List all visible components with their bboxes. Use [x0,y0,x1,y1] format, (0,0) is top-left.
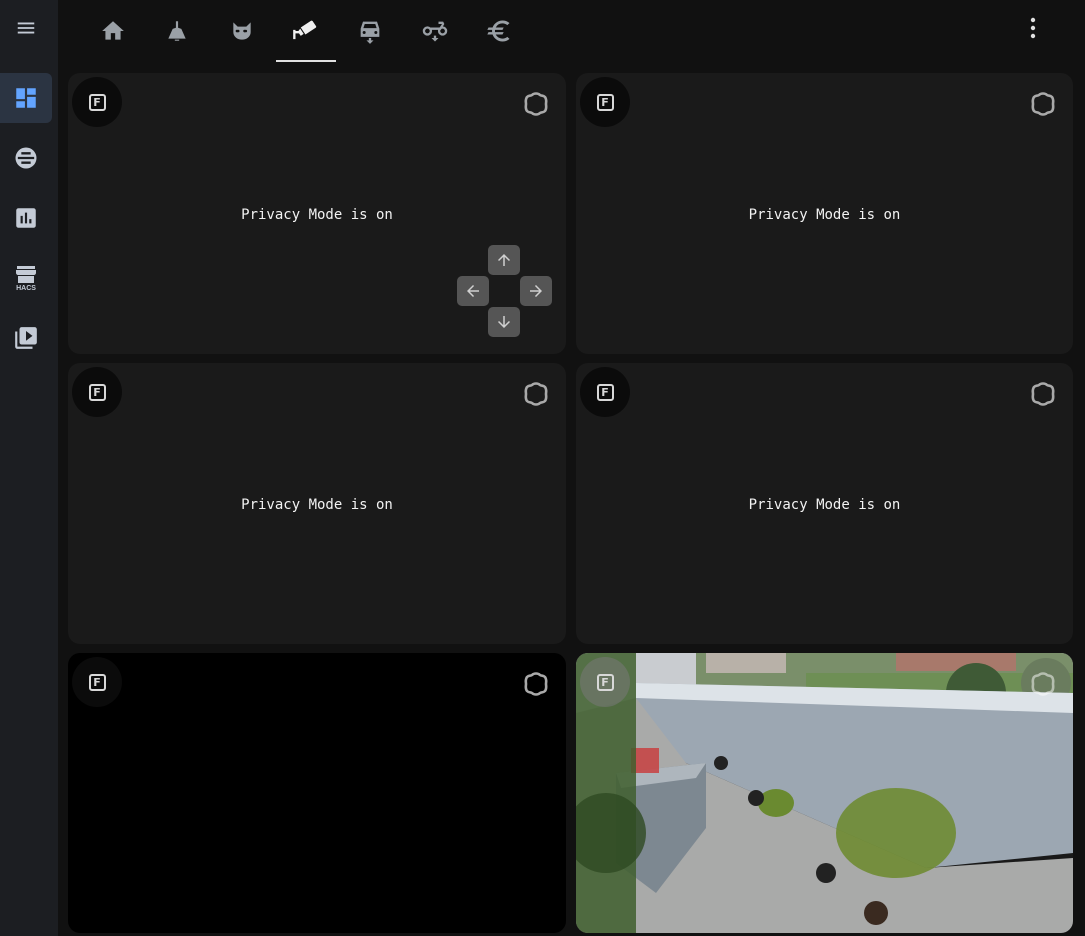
fit-label: F [596,93,614,111]
terrace-live-image [576,653,1073,933]
arrow-down-icon [498,316,510,328]
dots-vertical-icon [1030,17,1036,39]
ptz-left-button[interactable] [457,276,489,306]
tab-cat[interactable] [212,0,272,62]
fit-button[interactable]: F [580,657,630,707]
fit-label: F [88,383,106,401]
euro-icon [487,20,510,42]
fit-button[interactable]: F [580,77,630,127]
arrow-right-icon [530,285,542,297]
lamp-icon [168,21,186,41]
camera-card-2[interactable]: Privacy Mode is on F [576,73,1073,354]
sidebar-item-media[interactable] [0,313,52,363]
tab-euro[interactable] [469,0,529,62]
arrow-left-icon [467,285,479,297]
fit-button[interactable]: F [72,367,122,417]
sidebar-item-history[interactable] [0,193,52,243]
webcam-icon[interactable] [522,380,550,408]
ptz-down-button[interactable] [488,307,520,337]
webcam-icon[interactable] [522,90,550,118]
home-icon [102,21,124,40]
media-play-icon [15,327,37,349]
chart-icon [16,208,36,228]
arrow-up-icon [498,254,510,266]
cctv-icon [293,20,317,40]
fit-button[interactable]: F [580,367,630,417]
fit-label: F [596,383,614,401]
hacs-store-icon [16,266,36,283]
fit-button[interactable]: F [72,77,122,127]
cat-icon [233,22,251,40]
sidebar: HACS [0,0,58,936]
dashboard-icon [16,88,36,108]
tab-home[interactable] [83,0,143,62]
menu-icon [17,22,35,34]
top-bar [58,0,1085,64]
fit-label: F [88,93,106,111]
sidebar-menu-button[interactable] [0,3,52,53]
overflow-menu-button[interactable] [1017,10,1049,46]
tab-cctv[interactable] [276,0,336,62]
camera-card-1[interactable]: Privacy Mode is on F [68,73,566,354]
fit-button[interactable]: F [72,657,122,707]
camera-card-5[interactable]: F [68,653,566,933]
ptz-right-button[interactable] [520,276,552,306]
privacy-mode-text: Privacy Mode is on [748,497,901,513]
webcam-icon[interactable] [1029,670,1057,698]
tab-car[interactable] [340,0,400,62]
privacy-mode-text: Privacy Mode is on [241,207,393,223]
sidebar-item-energy[interactable] [0,133,52,183]
hacs-label: HACS [16,285,36,292]
camera-card-6[interactable]: F [576,653,1073,933]
energy-icon [15,147,37,169]
fit-label: F [596,673,614,691]
camera-card-3[interactable]: Privacy Mode is on F [68,363,566,644]
webcam-icon[interactable] [522,670,550,698]
webcam-icon[interactable] [1029,380,1057,408]
scooter-icon [422,21,448,42]
ptz-up-button[interactable] [488,245,520,275]
webcam-icon[interactable] [1029,90,1057,118]
fit-label: F [88,673,106,691]
tab-scooter[interactable] [405,0,465,62]
privacy-mode-text: Privacy Mode is on [241,497,393,513]
sidebar-item-overview[interactable] [0,73,52,123]
car-icon [360,21,380,44]
tab-lamp[interactable] [147,0,207,62]
sidebar-item-hacs[interactable]: HACS [0,253,52,303]
privacy-mode-text: Privacy Mode is on [748,207,901,223]
camera-card-4[interactable]: Privacy Mode is on F [576,363,1073,644]
